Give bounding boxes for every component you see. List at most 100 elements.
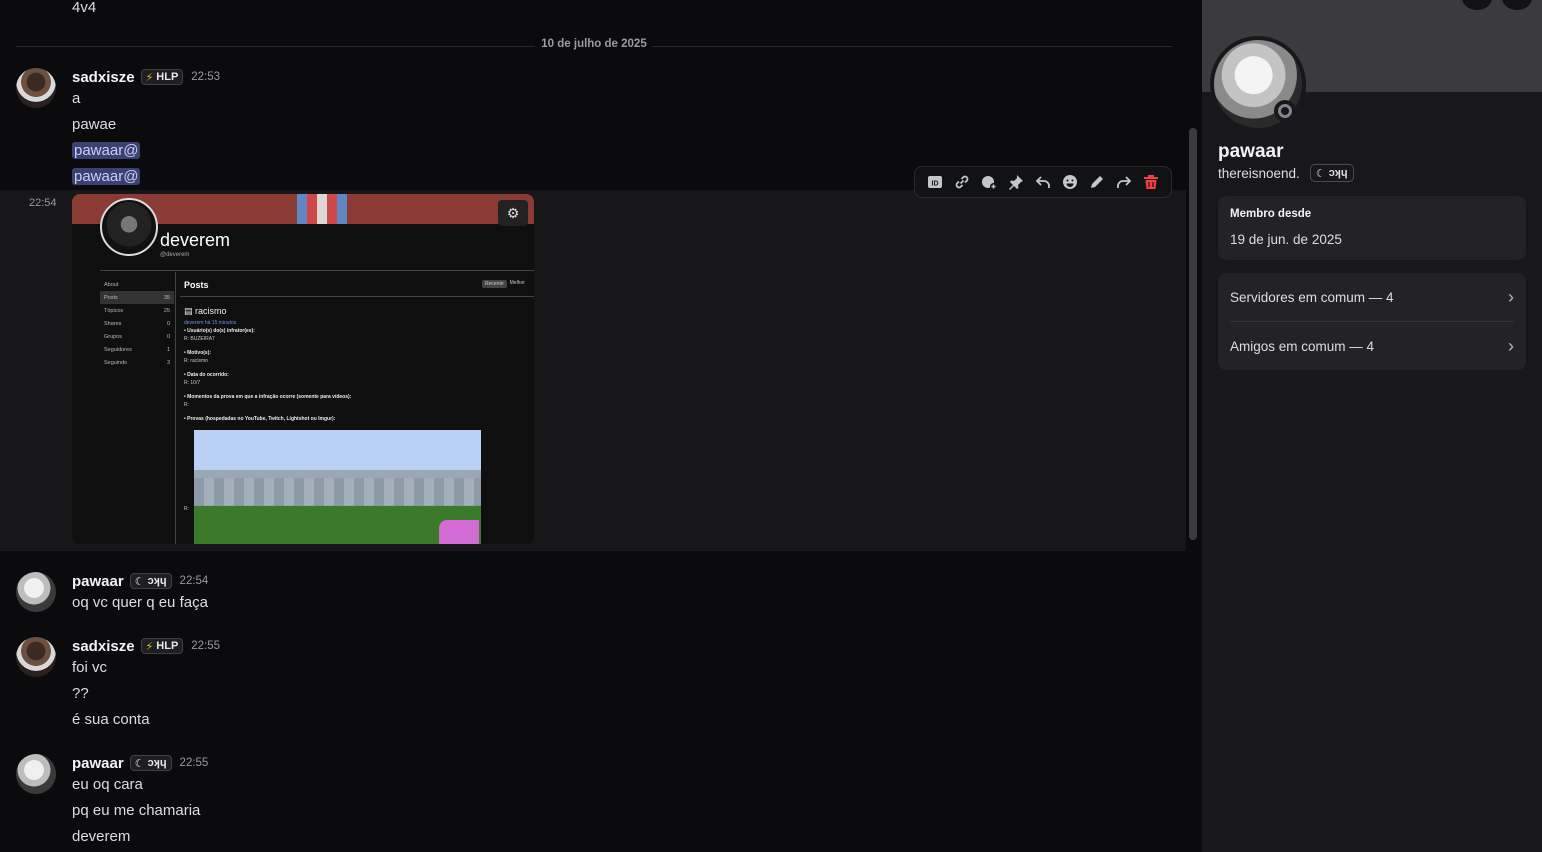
embed-sidebar-item: Tópicos 25 <box>104 307 170 314</box>
mutual-servers-row[interactable]: Servidores em comum — 4 › <box>1218 273 1526 321</box>
mutual-friends-label: Amigos em comum — 4 <box>1230 338 1375 354</box>
guild-tag[interactable]: ☾ ɔʞɥ <box>129 573 172 589</box>
link-icon[interactable] <box>951 171 973 193</box>
avatar[interactable] <box>16 68 56 108</box>
moon-icon: ☾ <box>134 575 145 588</box>
embed-post-line: • Data do ocorrido: <box>184 372 229 378</box>
pin-icon[interactable] <box>1005 171 1027 193</box>
embed-sidebar-item: Grupos 0 <box>104 333 170 340</box>
guild-tag-label: ɔʞɥ <box>147 757 167 769</box>
profile-display-name: pawaar <box>1218 141 1284 162</box>
timestamp[interactable]: 22:55 <box>191 640 220 652</box>
profile-username: thereisnoend. <box>1218 165 1300 181</box>
mutual-friends-row[interactable]: Amigos em comum — 4 › <box>1218 322 1526 370</box>
embed-post-line: R: racismo <box>184 358 208 364</box>
member-since-title: Membro desde <box>1230 208 1312 220</box>
mutual-servers-label: Servidores em comum — 4 <box>1230 289 1394 305</box>
message-line: eu oq cara <box>72 776 143 793</box>
embed-sort-option: Recente <box>482 280 507 288</box>
embed-banner-sprite <box>297 194 347 224</box>
username[interactable]: sadxisze <box>72 638 135 655</box>
username[interactable]: pawaar <box>72 573 124 590</box>
embed-divider <box>175 272 176 544</box>
message-line: 4v4 <box>72 0 97 16</box>
message-header: pawaar ☾ ɔʞɥ 22:55 <box>72 753 208 773</box>
embed-profile-handle: @deverem <box>160 252 190 258</box>
user-mention[interactable]: pawaar@ <box>72 142 141 159</box>
timestamp[interactable]: 22:54 <box>180 575 209 587</box>
message-line: ?? <box>72 685 89 702</box>
forward-icon[interactable] <box>1113 171 1135 193</box>
guild-tag-label: ɔʞɥ <box>1328 167 1348 179</box>
image-attachment[interactable]: ⚙ deverem @deverem About Posts 35 Tópicos… <box>72 194 534 544</box>
guild-tag-label: HLP <box>156 640 179 652</box>
guild-tag[interactable]: ⚡ HLP <box>140 638 184 654</box>
message-line: a <box>72 90 81 107</box>
add-reaction-icon[interactable] <box>978 171 1000 193</box>
embed-post-line: R: <box>184 506 189 512</box>
scrollbar[interactable] <box>1189 128 1197 540</box>
embed-sidebar-item: Seguidores 1 <box>104 346 170 353</box>
timestamp[interactable]: 22:53 <box>191 71 220 83</box>
embed-post-line: R: BUZEIRA7 <box>184 336 215 342</box>
username[interactable]: sadxisze <box>72 69 135 86</box>
avatar[interactable] <box>16 754 56 794</box>
delete-icon[interactable] <box>1140 171 1162 193</box>
guild-tag-label: HLP <box>156 71 179 83</box>
message-line: oq vc quer q eu faça <box>72 594 208 611</box>
message-line: pawae <box>72 116 117 133</box>
mutuals-card: Servidores em comum — 4 › Amigos em comu… <box>1218 273 1526 370</box>
svg-text:ID: ID <box>931 181 938 188</box>
embed-sidebar-item: Posts 35 <box>100 291 174 304</box>
member-since-card: Membro desde 19 de jun. de 2025 <box>1218 196 1526 260</box>
user-mention[interactable]: pawaar@ <box>72 168 141 185</box>
embed-post-line: • Motivo(s): <box>184 350 212 356</box>
message-line: é sua conta <box>72 711 150 728</box>
timestamp[interactable]: 22:54 <box>29 197 57 209</box>
chevron-right-icon: › <box>1508 286 1514 307</box>
embed-post-line: R: <box>184 402 189 408</box>
embed-sidebar-item: Shares 0 <box>104 320 170 327</box>
bolt-icon: ⚡ <box>145 640 154 653</box>
embed-post-line: • Usuário(s) do(s) infrator(es): <box>184 328 255 334</box>
profile-handle-row: thereisnoend. ☾ ɔʞɥ <box>1218 164 1354 182</box>
embed-sidebar-item: About <box>104 281 119 288</box>
embed-sidebar-item: Seguindo 3 <box>104 359 170 366</box>
screenshot-wall <box>194 478 481 506</box>
embed-screenshot <box>194 430 481 544</box>
embed-divider <box>100 270 534 271</box>
username[interactable]: pawaar <box>72 755 124 772</box>
moon-icon: ☾ <box>1315 167 1326 180</box>
chevron-right-icon: › <box>1508 335 1514 356</box>
timestamp[interactable]: 22:55 <box>180 757 209 769</box>
reply-icon[interactable] <box>1032 171 1054 193</box>
guild-tag[interactable]: ⚡ HLP <box>140 69 184 85</box>
embed-sidebar: About Posts 35 Tópicos 25 Shares 0 Grupos 0 … <box>100 278 174 369</box>
date-divider-label: 10 de julho de 2025 <box>535 38 653 50</box>
message-line: pawaar@ <box>72 141 141 161</box>
offline-status-icon <box>1278 104 1292 118</box>
chat-panel: 4v4 10 de julho de 2025 sadxisze ⚡ HLP 22… <box>0 0 1202 852</box>
status-indicator <box>1274 100 1296 122</box>
embed-post-line: • Momentos da prova em que a infração oc… <box>184 394 352 400</box>
avatar[interactable] <box>16 572 56 612</box>
screenshot-item <box>439 520 479 544</box>
message-header: pawaar ☾ ɔʞɥ 22:54 <box>72 571 208 591</box>
message-line: pq eu me chamaria <box>72 802 201 819</box>
embed-post-line: • Provas (hospedadas no YouTube, Twitch,… <box>184 416 336 422</box>
guild-tag[interactable]: ☾ ɔʞɥ <box>129 755 172 771</box>
guild-tag[interactable]: ☾ ɔʞɥ <box>1309 164 1354 182</box>
embed-divider <box>180 296 534 297</box>
id-icon[interactable]: ID <box>924 171 946 193</box>
message-toolbar: ID <box>914 166 1172 198</box>
embed-post-line: R: 10/7 <box>184 380 201 386</box>
message-header: sadxisze ⚡ HLP 22:55 <box>72 636 220 656</box>
emoji-icon[interactable] <box>1059 171 1081 193</box>
embed-sort: Recente Melhor <box>482 280 525 288</box>
avatar[interactable] <box>16 637 56 677</box>
user-profile-panel: pawaar thereisnoend. ☾ ɔʞɥ Membro desde 1… <box>1202 0 1542 852</box>
edit-icon[interactable] <box>1086 171 1108 193</box>
embed-post-title: ▤ racismo <box>184 306 227 316</box>
message-line: deverem <box>72 828 131 845</box>
message-line: pawaar@ <box>72 167 141 187</box>
